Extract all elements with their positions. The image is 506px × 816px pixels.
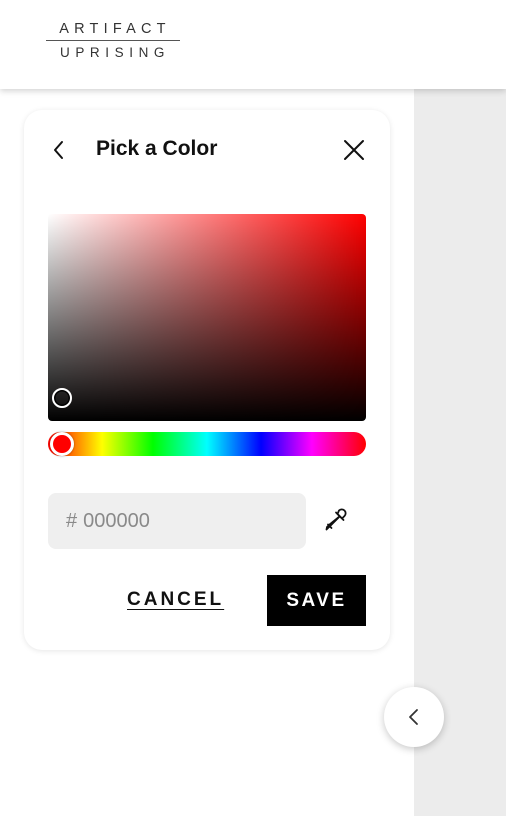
dialog-title: Pick a Color bbox=[96, 137, 218, 160]
eyedropper-icon bbox=[325, 508, 347, 531]
saturation-brightness-area[interactable] bbox=[48, 214, 366, 421]
close-icon bbox=[344, 140, 364, 160]
save-button[interactable]: SAVE bbox=[267, 575, 366, 626]
color-picker-dialog: Pick a Color # CANCEL SAVE bbox=[24, 110, 390, 650]
color-selector-handle[interactable] bbox=[52, 388, 72, 409]
hue-slider-handle[interactable] bbox=[50, 432, 74, 456]
eyedropper-button[interactable] bbox=[322, 506, 350, 534]
hex-input[interactable] bbox=[83, 509, 264, 533]
brand-line-1: ARTIFACT bbox=[59, 21, 171, 37]
brand-divider bbox=[46, 40, 180, 41]
hex-input-field[interactable]: # bbox=[48, 493, 306, 549]
close-button[interactable] bbox=[342, 138, 366, 162]
chevron-left-icon bbox=[54, 141, 63, 159]
hue-slider[interactable] bbox=[48, 432, 366, 456]
site-header: ARTIFACT UPRISING bbox=[0, 0, 506, 89]
hex-prefix: # bbox=[66, 509, 78, 532]
chevron-left-icon bbox=[409, 709, 418, 725]
brand-logo[interactable]: ARTIFACT UPRISING bbox=[46, 20, 180, 61]
cancel-button[interactable]: CANCEL bbox=[127, 589, 224, 611]
back-button[interactable] bbox=[47, 138, 71, 162]
brand-line-2: UPRISING bbox=[59, 45, 171, 60]
collapse-panel-button[interactable] bbox=[384, 687, 444, 747]
